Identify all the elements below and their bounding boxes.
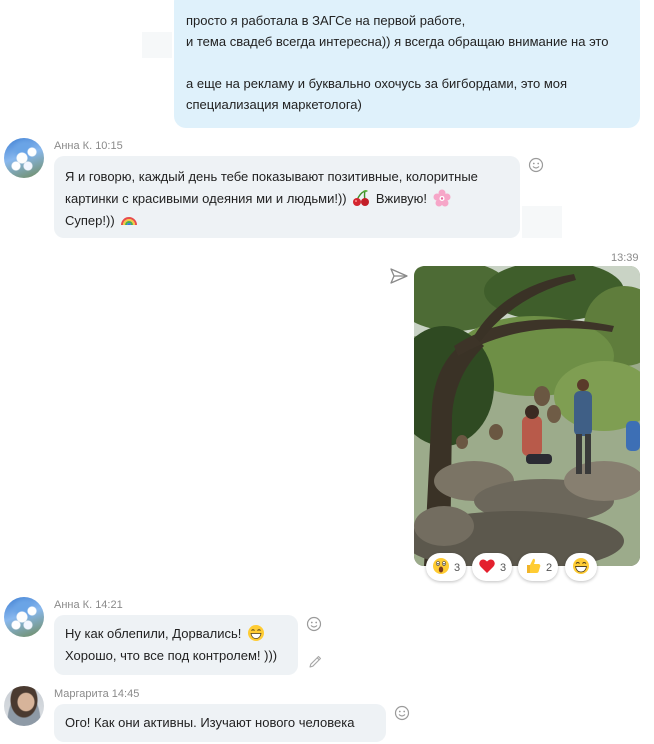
message-time: 14:21 xyxy=(95,599,123,611)
message-line: Ого! Как они активны. Изучают нового чел… xyxy=(65,715,355,730)
message-line: а еще на рекламу и буквально охочусь за … xyxy=(186,76,568,91)
reaction-chip[interactable] xyxy=(565,553,597,581)
park-photo-image xyxy=(414,266,640,566)
message-line: Я и говорю, каждый день тебе показывают … xyxy=(65,169,478,184)
message-meta: Анна К. 14:21 xyxy=(54,599,123,611)
surprised-emoji xyxy=(433,558,449,574)
reaction-count: 3 xyxy=(454,562,461,574)
message-line xyxy=(186,52,628,73)
add-reaction-icon[interactable] xyxy=(528,157,544,173)
cherries-emoji xyxy=(353,190,370,206)
message-text: Супер!)) xyxy=(65,213,115,228)
message-text: картинки с красивыми одеяния ми и людьми… xyxy=(65,191,347,206)
message-line: специализация маркетолога) xyxy=(186,97,362,112)
message-line: Хорошо, что все под контролем! ))) xyxy=(65,648,278,663)
grinning-emoji xyxy=(248,625,265,641)
laughing-emoji xyxy=(573,558,589,574)
message-line: Ну как облепили, Дорвались! xyxy=(65,623,287,645)
add-reaction-icon[interactable] xyxy=(306,616,322,632)
message-meta: Анна К. 10:15 xyxy=(54,140,123,152)
author-name: Анна К. xyxy=(54,140,93,152)
message-time: 13:39 xyxy=(611,252,639,264)
cherry-blossom-emoji xyxy=(433,189,451,207)
reaction-chip[interactable]: 3 xyxy=(426,553,467,581)
incoming-message-bubble[interactable]: Я и говорю, каждый день тебе показывают … xyxy=(54,156,520,238)
avatar[interactable] xyxy=(4,597,44,637)
ghost-artifact xyxy=(522,206,562,238)
chat-history: просто я работала в ЗАГСе на первой рабо… xyxy=(0,0,654,744)
rainbow-emoji xyxy=(121,217,138,226)
thumbs-up-emoji xyxy=(527,558,541,573)
sent-status-icon xyxy=(390,268,408,284)
edited-pencil-icon xyxy=(309,655,322,668)
message-line: просто я работала в ЗАГСе на первой рабо… xyxy=(186,13,466,28)
incoming-message-bubble[interactable]: Ого! Как они активны. Изучают нового чел… xyxy=(54,704,386,742)
reaction-count: 2 xyxy=(546,562,553,574)
heart-emoji xyxy=(479,559,495,573)
author-name: Анна К. xyxy=(54,599,93,611)
message-text: Вживую! xyxy=(375,191,428,206)
reaction-chip[interactable]: 3 xyxy=(472,553,513,581)
message-text: Ну как облепили, Дорвались! xyxy=(65,626,242,641)
message-time: 14:45 xyxy=(111,688,140,700)
author-name: Маргарита xyxy=(54,688,109,700)
avatar[interactable] xyxy=(4,138,44,178)
add-reaction-icon[interactable] xyxy=(394,705,410,721)
message-line: картинки с красивыми одеяния ми и людьми… xyxy=(65,188,509,210)
photo-attachment[interactable] xyxy=(414,266,640,566)
message-time: 10:15 xyxy=(95,140,123,152)
message-line: Супер!)) xyxy=(65,210,509,232)
reaction-count: 3 xyxy=(500,562,507,574)
outgoing-message-bubble[interactable]: просто я работала в ЗАГСе на первой рабо… xyxy=(174,0,640,128)
avatar[interactable] xyxy=(4,686,44,726)
message-meta: Маргарита 14:45 xyxy=(54,688,139,700)
ghost-artifact xyxy=(142,32,172,58)
incoming-message-bubble[interactable]: Ну как облепили, Дорвались! Хорошо, что … xyxy=(54,615,298,675)
reaction-chip[interactable]: 2 xyxy=(518,553,559,581)
message-line: и тема свадеб всегда интересна)) я всегд… xyxy=(186,34,609,49)
